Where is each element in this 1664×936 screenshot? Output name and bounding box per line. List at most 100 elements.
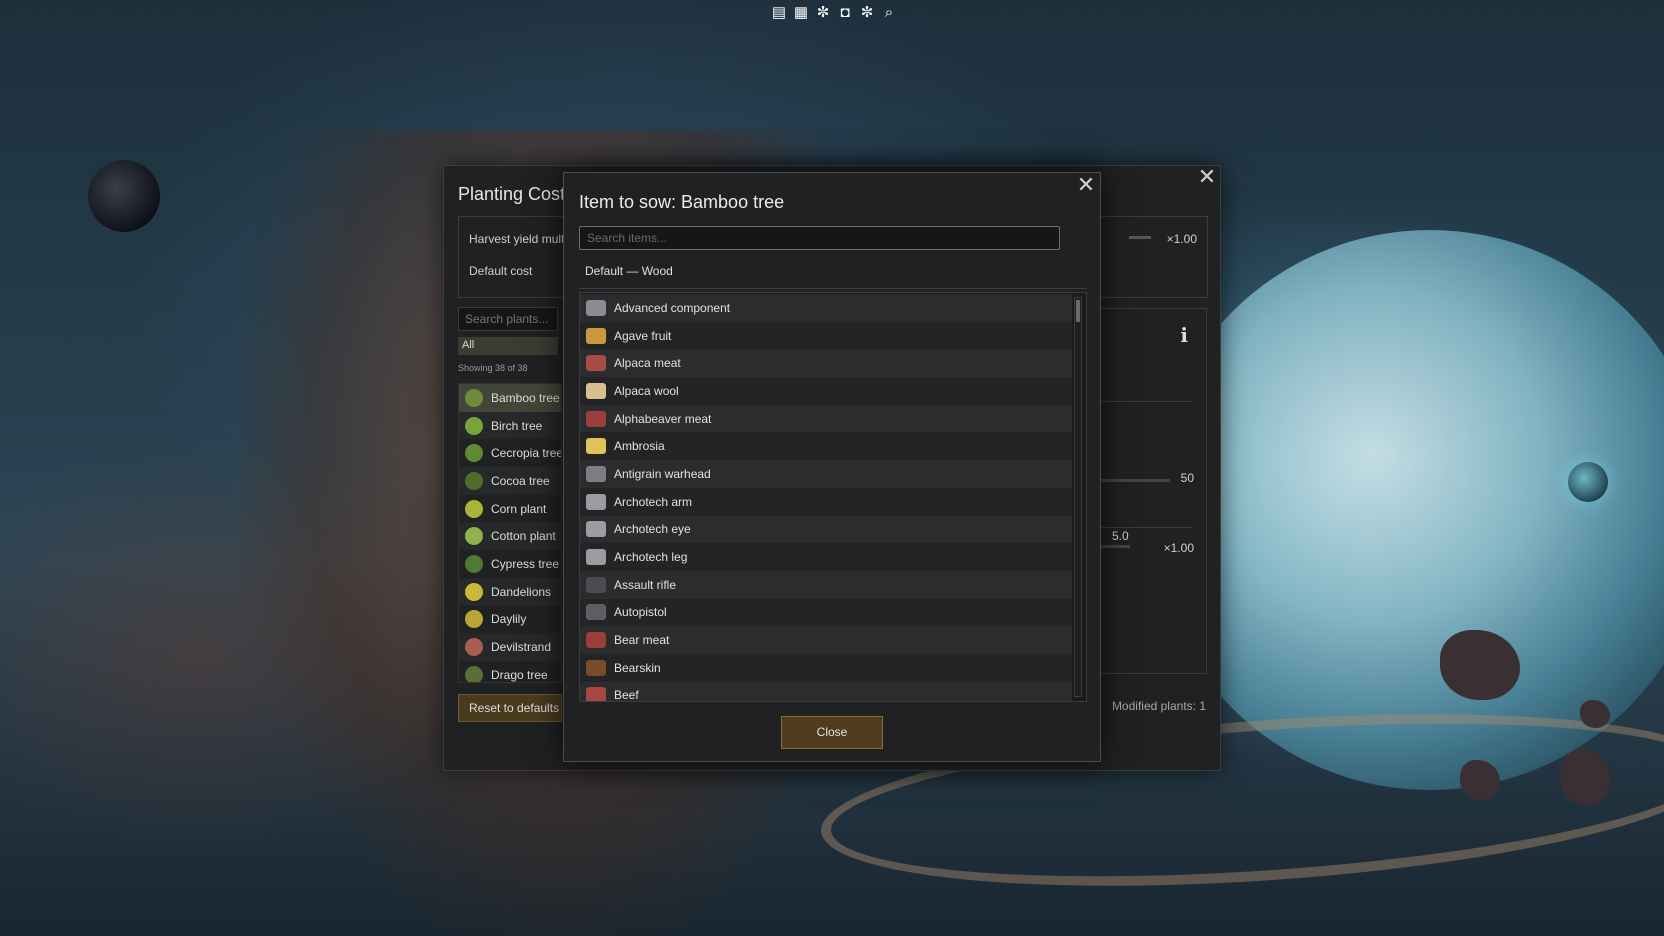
plant-label: Birch tree xyxy=(491,418,543,433)
close-icon[interactable]: ✕ xyxy=(1074,173,1098,197)
item-icon xyxy=(586,521,606,538)
item-label: Advanced component xyxy=(614,300,731,315)
item-label: Agave fruit xyxy=(614,328,672,343)
default-cost-label: Default cost xyxy=(469,264,533,278)
list-item[interactable]: Assault rifle xyxy=(580,570,1072,599)
plant-icon xyxy=(465,665,483,682)
plant-row[interactable]: Corn plant xyxy=(459,495,561,523)
list-item[interactable]: Beef xyxy=(580,681,1072,702)
filter-all-tab[interactable]: All xyxy=(458,337,558,355)
plant-details-box: i 50 5.0 ×1.00 xyxy=(1099,308,1207,674)
item-icon xyxy=(586,382,606,399)
item-to-sow-dialog: Item to sow: Bamboo tree ✕ Default — Woo… xyxy=(563,172,1101,762)
item-icon xyxy=(586,327,606,344)
plant-icon xyxy=(465,444,483,463)
item-search-input[interactable] xyxy=(579,226,1060,250)
scroll-thumb[interactable] xyxy=(1076,300,1080,322)
item-icon xyxy=(586,410,606,427)
plant-label: Cypress tree xyxy=(491,556,560,571)
plant-icon xyxy=(465,610,483,629)
list-item[interactable]: Alpaca meat xyxy=(580,349,1072,378)
list-item[interactable]: Archotech eye xyxy=(580,515,1072,544)
list-item[interactable]: Advanced component xyxy=(580,294,1072,322)
close-icon[interactable]: ✕ xyxy=(1196,166,1218,188)
item-label: Bear meat xyxy=(614,633,670,648)
multiplier-value: ×1.00 xyxy=(1163,541,1194,555)
plant-label: Devilstrand xyxy=(491,640,552,655)
plant-label: Drago tree xyxy=(491,667,548,682)
growth-slider[interactable] xyxy=(1100,545,1130,548)
plant-label: Bamboo tree xyxy=(491,390,560,405)
settings-icon[interactable]: ✼ xyxy=(858,4,876,22)
item-label: Bearskin xyxy=(614,660,661,675)
background-small-moon xyxy=(1568,462,1608,502)
close-button[interactable]: Close xyxy=(781,716,883,749)
harvest-yield-value: ×1.00 xyxy=(1166,232,1197,246)
item-label: Ambrosia xyxy=(614,439,665,454)
list-item[interactable]: Archotech arm xyxy=(580,487,1072,516)
list-item[interactable]: Alphabeaver meat xyxy=(580,404,1072,433)
modified-plants-count: Modified plants: 1 xyxy=(1111,699,1206,713)
item-label: Alpaca meat xyxy=(614,356,681,371)
plant-row[interactable]: Cecropia tree xyxy=(459,439,561,467)
item-label: Autopistol xyxy=(614,605,667,620)
list-item[interactable]: Alpaca wool xyxy=(580,377,1072,405)
dialog-title: Item to sow: Bamboo tree xyxy=(579,192,785,212)
plant-row[interactable]: Dandelions xyxy=(459,577,561,606)
plant-icon xyxy=(465,388,483,407)
plant-row[interactable]: Daylily xyxy=(459,606,561,634)
plant-search-input[interactable] xyxy=(458,307,558,331)
item-icon xyxy=(586,632,606,649)
item-icon xyxy=(586,687,606,701)
item-icon xyxy=(586,493,606,510)
item-label: Alphabeaver meat xyxy=(614,411,712,426)
default-item-option[interactable]: Default — Wood xyxy=(585,264,673,278)
plant-row[interactable]: Devilstrand xyxy=(459,633,561,661)
item-label: Archotech arm xyxy=(614,494,693,509)
item-icon xyxy=(586,465,606,482)
plant-row[interactable]: Cotton plant xyxy=(459,522,561,551)
table-icon[interactable]: ▦ xyxy=(792,4,810,22)
item-icon xyxy=(586,659,606,676)
plant-icon xyxy=(465,527,483,546)
list-item[interactable]: Autopistol xyxy=(580,598,1072,627)
item-label: Beef xyxy=(614,688,639,702)
background-asteroid xyxy=(1460,760,1500,800)
list-item[interactable]: Bearskin xyxy=(580,653,1072,682)
item-list-scrollbar[interactable] xyxy=(1074,297,1082,697)
gear-icon[interactable]: ✼ xyxy=(814,4,832,22)
plant-row[interactable]: Drago tree xyxy=(459,661,561,682)
cost-slider[interactable] xyxy=(1100,479,1170,482)
item-label: Archotech eye xyxy=(614,522,691,537)
log-icon[interactable]: ▤ xyxy=(770,4,788,22)
growth-value: 5.0 xyxy=(1112,529,1129,543)
plant-icon xyxy=(465,554,483,573)
search-icon[interactable]: ⌕ xyxy=(880,4,898,22)
list-item[interactable]: Agave fruit xyxy=(580,321,1072,350)
plant-icon xyxy=(465,416,483,435)
plant-icon xyxy=(465,582,483,601)
plant-icon xyxy=(465,471,483,490)
plant-label: Daylily xyxy=(491,612,527,627)
item-label: Antigrain warhead xyxy=(614,466,711,481)
reset-to-defaults-button[interactable]: Reset to defaults xyxy=(458,694,562,722)
item-icon xyxy=(586,549,606,566)
plant-row[interactable]: Cypress tree xyxy=(459,550,561,578)
list-item[interactable]: Bear meat xyxy=(580,626,1072,654)
item-label: Assault rifle xyxy=(614,577,677,592)
plant-label: Dandelions xyxy=(491,584,552,599)
screenshot-icon[interactable]: ◘ xyxy=(836,4,854,22)
plant-row[interactable]: Birch tree xyxy=(459,411,561,440)
list-item[interactable]: Antigrain warhead xyxy=(580,460,1072,488)
list-item[interactable]: Ambrosia xyxy=(580,432,1072,461)
item-icon xyxy=(586,355,606,372)
background-asteroid xyxy=(1580,700,1610,728)
plant-row[interactable]: Cocoa tree xyxy=(459,467,561,495)
info-icon[interactable]: i xyxy=(1180,323,1188,347)
plant-row-bamboo[interactable]: Bamboo tree xyxy=(459,384,561,412)
item-list: Advanced component Agave fruit Alpaca me… xyxy=(579,292,1087,702)
divider xyxy=(1100,527,1192,528)
list-item[interactable]: Archotech leg xyxy=(580,543,1072,571)
top-toolbar: ▤ ▦ ✼ ◘ ✼ ⌕ xyxy=(770,4,898,22)
harvest-yield-slider[interactable] xyxy=(1129,236,1151,239)
